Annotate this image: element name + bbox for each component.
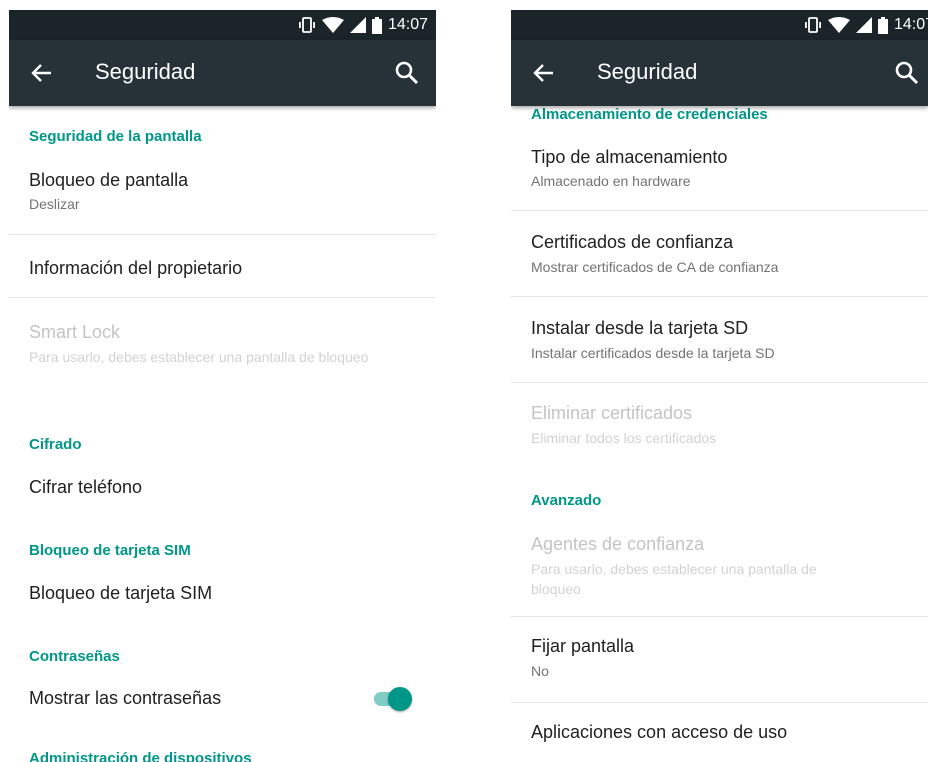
item-title: Bloqueo de pantalla [29, 170, 189, 190]
item-instalar-sd[interactable]: Instalar desde la tarjeta SD Instalar ce… [511, 297, 928, 382]
battery-icon [371, 16, 382, 34]
arrow-back-icon [533, 64, 553, 82]
section-header-avanzado: Avanzado [531, 492, 602, 509]
section-header-contrasenas: Contraseñas [29, 648, 120, 665]
item-title: Instalar desde la tarjeta SD [531, 318, 749, 338]
item-bloqueo-pantalla[interactable]: Bloqueo de pantalla Deslizar [9, 164, 436, 234]
item-summary: Almacenado en hardware [531, 173, 691, 189]
show-passwords-toggle[interactable] [370, 685, 414, 713]
item-title: Aplicaciones con acceso de uso [531, 722, 788, 742]
signal-icon [855, 17, 872, 33]
item-bloqueo-sim[interactable]: Bloqueo de tarjeta SIM [9, 568, 436, 618]
item-summary: Eliminar todos los certificados [531, 430, 717, 446]
item-acceso-uso[interactable]: Aplicaciones con acceso de uso [511, 703, 928, 762]
section-header-sim: Bloqueo de tarjeta SIM [29, 542, 191, 559]
section-header-pantalla: Seguridad de la pantalla [29, 128, 202, 145]
page-title: Seguridad [597, 59, 698, 84]
app-bar: Seguridad [511, 40, 928, 106]
status-bar: 14:07 [9, 10, 436, 40]
app-bar: Seguridad [9, 40, 436, 106]
search-button[interactable] [392, 58, 422, 88]
item-title: Información del propietario [29, 258, 243, 278]
page-title: Seguridad [95, 59, 196, 84]
back-button[interactable] [529, 58, 559, 88]
item-cifrar-telefono[interactable]: Cifrar teléfono [9, 462, 436, 512]
item-summary: Deslizar [29, 196, 80, 212]
item-title: Smart Lock [29, 322, 121, 342]
item-agentes-confianza: Agentes de confianza Para usarlo, debes … [511, 518, 928, 616]
settings-list: Almacenamiento de credenciales Tipo de a… [511, 106, 928, 762]
item-summary: Instalar certificados desde la tarjeta S… [531, 345, 775, 361]
item-fijar-pantalla[interactable]: Fijar pantalla No [511, 617, 928, 702]
item-summary: Mostrar certificados de CA de confianza [531, 259, 779, 275]
item-smart-lock: Smart Lock Para usarlo, debes establecer… [9, 298, 436, 394]
section-header-credenciales: Almacenamiento de credenciales [531, 106, 768, 123]
signal-icon [349, 17, 366, 33]
item-tipo-almacenamiento[interactable]: Tipo de almacenamiento Almacenado en har… [511, 126, 928, 210]
back-button[interactable] [27, 58, 57, 88]
wifi-icon [827, 17, 850, 33]
left-screen: 14:07 Seguridad Seguridad de la pantalla… [9, 10, 436, 762]
settings-list: Seguridad de la pantalla Bloqueo de pant… [9, 106, 436, 762]
item-title: Tipo de almacenamiento [531, 147, 728, 167]
arrow-back-icon [31, 64, 51, 82]
wifi-icon [321, 17, 344, 33]
section-header-cifrado: Cifrado [29, 436, 82, 453]
item-mostrar-contrasenas[interactable]: Mostrar las contraseñas [9, 674, 436, 724]
status-time: 14:07 [893, 16, 928, 33]
status-bar: 14:07 [511, 10, 928, 40]
item-title: Eliminar certificados [531, 403, 693, 423]
item-info-propietario[interactable]: Información del propietario [9, 235, 436, 297]
search-icon [395, 61, 419, 85]
vibrate-icon [804, 17, 821, 33]
section-header-admin: Administración de dispositivos [29, 750, 252, 762]
item-eliminar-certificados: Eliminar certificados Eliminar todos los… [511, 383, 928, 468]
status-icons: 14:07 [804, 10, 928, 40]
status-time: 14:07 [387, 16, 428, 33]
item-title: Cifrar teléfono [29, 477, 143, 497]
right-screen: 14:07 Seguridad Almacenamiento de creden… [511, 10, 928, 762]
search-icon [895, 61, 919, 85]
item-summary: Para usarlo, debes establecer una pantal… [29, 349, 369, 365]
item-summary: No [531, 663, 549, 679]
vibrate-icon [298, 17, 315, 33]
item-title: Fijar pantalla [531, 636, 635, 656]
item-summary: Para usarlo, debes establecer una pantal… [531, 561, 817, 597]
search-button[interactable] [892, 58, 922, 88]
item-certificados-confianza[interactable]: Certificados de confianza Mostrar certif… [511, 211, 928, 296]
item-title: Agentes de confianza [531, 534, 705, 554]
item-title: Mostrar las contraseñas [29, 688, 222, 708]
toggle-thumb [388, 687, 412, 711]
status-icons: 14:07 [298, 10, 428, 40]
battery-icon [877, 16, 888, 34]
item-title: Certificados de confianza [531, 232, 734, 252]
item-title: Bloqueo de tarjeta SIM [29, 583, 213, 603]
